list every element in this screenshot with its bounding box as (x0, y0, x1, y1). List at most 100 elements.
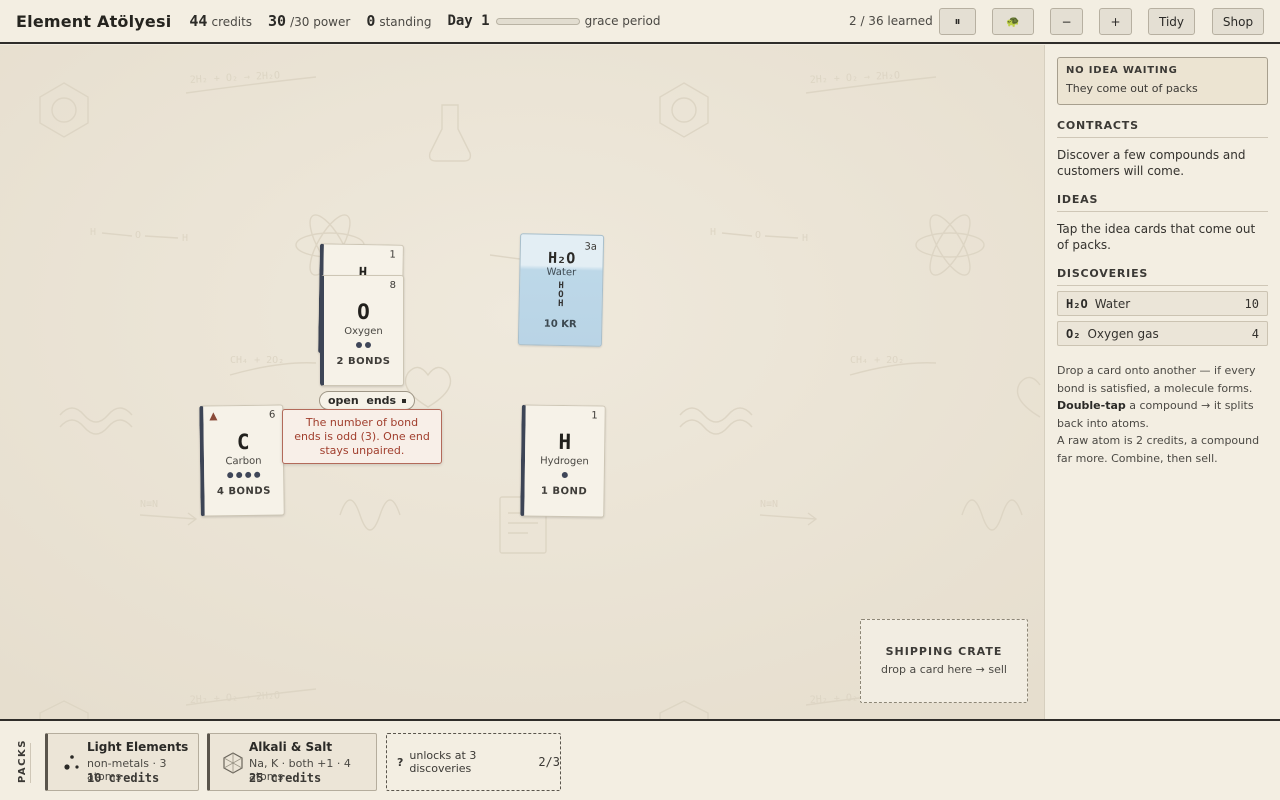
speed-button[interactable]: 🐢 (992, 8, 1034, 35)
bond-count: 2 BONDS (336, 356, 391, 367)
help-bold: Double-tap (1057, 399, 1126, 412)
bond-dot (356, 342, 362, 348)
carbon-card[interactable]: 6 C Carbon 4 BONDS (199, 404, 285, 517)
learned-count: 2 / 36 learned (849, 14, 933, 28)
water-compound-card[interactable]: 3a H₂O Water H O H 10 KR (517, 233, 605, 347)
bond-count: 1 BOND (540, 485, 588, 498)
pack-locked: ? unlocks at 3 discoveries 2/3 (386, 733, 561, 791)
atomic-number: 1 (591, 410, 598, 422)
credits-value: 44 (189, 12, 208, 30)
bond-count: 4 BONDS (216, 485, 271, 498)
ideas-text: Tap the idea cards that come out of pack… (1057, 222, 1256, 252)
bg-atom-label: H (710, 227, 716, 238)
structure-diagram: H O H (520, 281, 603, 310)
discovery-item[interactable]: H₂O Water 10 (1057, 291, 1268, 316)
shipping-crate-subtitle: drop a card here → sell (881, 663, 1007, 676)
discovery-formula: O₂ (1066, 326, 1081, 341)
app-title: Element Atölyesi (16, 11, 172, 31)
bg-equation: CH₄ + 2O₂ (850, 355, 904, 366)
day-indicator: Day 1 grace period (447, 13, 660, 29)
element-name: Oxygen (344, 326, 383, 337)
discovery-formula: H₂O (1066, 296, 1088, 311)
bond-dot (227, 472, 234, 479)
standing-value: 0 (366, 12, 376, 30)
help-paragraph: Drop a card onto another — if every bond… (1057, 364, 1256, 395)
warning-triangle-icon (209, 412, 218, 421)
pack-name: Light Elements (87, 740, 189, 754)
shipping-crate-dropzone[interactable]: SHIPPING CRATE drop a card here → sell (860, 619, 1028, 703)
discovery-name: Oxygen gas (1087, 326, 1159, 341)
compound-name: Water (546, 266, 577, 279)
bg-atom-label: H (90, 227, 96, 238)
credits-label: credits (211, 15, 253, 29)
locked-pack-text: unlocks at 3 discoveries (409, 749, 477, 775)
help-paragraph: Double-tap a compound → it splits back i… (1057, 397, 1268, 432)
day-label: Day 1 (447, 13, 490, 29)
atomic-number: 1 (389, 249, 396, 261)
packs-bar: PACKS Light Elements non-metals · 3 atom… (0, 719, 1280, 800)
discoveries-heading: DISCOVERIES (1057, 267, 1268, 286)
pack-cost: 10 credits (87, 771, 160, 785)
element-symbol: O (357, 300, 370, 324)
shipping-crate-title: SHIPPING CRATE (885, 645, 1003, 658)
dots-cluster-icon (64, 755, 79, 770)
bond-dot (561, 471, 568, 479)
pause-button[interactable]: ⏸ (939, 8, 976, 35)
zoom-in-button[interactable]: + (1099, 8, 1132, 35)
pack-alkali-salt[interactable]: Alkali & Salt Na, K · both +1 · 4 atoms … (207, 733, 377, 791)
bg-atom-label: H (802, 233, 808, 244)
bg-equation: N≡N (140, 499, 158, 510)
top-bar: Element Atölyesi 44 credits 30 /30 power… (0, 0, 1280, 44)
contracts-heading: CONTRACTS (1057, 119, 1268, 138)
card-corner-label: 3a (584, 241, 598, 253)
open-ends-label: open ends (328, 394, 397, 407)
zoom-out-button[interactable]: − (1050, 8, 1083, 35)
power-label: /30 power (290, 15, 351, 29)
question-mark-icon: ? (397, 755, 404, 769)
hydrogen-card[interactable]: 1 H Hydrogen 1 BOND (520, 404, 606, 518)
shop-button[interactable]: Shop (1212, 8, 1264, 35)
tidy-button[interactable]: Tidy (1148, 8, 1195, 35)
idea-status-title: NO IDEA WAITING (1066, 65, 1178, 76)
packs-label: PACKS (17, 739, 31, 783)
bond-dots (204, 471, 283, 480)
element-symbol: H (358, 264, 368, 276)
bg-atom-label: H (182, 233, 188, 244)
bond-dot (365, 342, 371, 348)
discovery-value: 10 (1244, 296, 1259, 311)
day-status: grace period (584, 14, 661, 28)
help-text: Drop a card onto another — if every bond… (1057, 362, 1268, 467)
oxygen-card[interactable]: 8 O Oxygen 2 BONDS (320, 275, 404, 386)
bond-dot (245, 471, 252, 478)
element-symbol: H (558, 429, 572, 455)
idea-status-box: NO IDEA WAITING They come out of packs (1057, 57, 1268, 105)
contracts-text: Discover a few compounds and customers w… (1057, 148, 1246, 178)
pack-name: Alkali & Salt (249, 740, 333, 754)
bg-equation: N≡N (760, 499, 778, 510)
ideas-heading: IDEAS (1057, 193, 1268, 212)
pause-icon: ⏸ (954, 14, 961, 28)
credits-stat: 44 credits (189, 12, 252, 30)
element-name: Hydrogen (540, 455, 589, 468)
sidebar: NO IDEA WAITING They come out of packs C… (1045, 45, 1280, 720)
open-end-marker-icon (402, 398, 407, 403)
open-ends-badge[interactable]: open ends (319, 391, 416, 410)
power-stat: 30 /30 power (268, 12, 350, 30)
crystal-hexagon-icon (223, 752, 243, 774)
pack-cost: 25 credits (249, 771, 322, 785)
bond-warning-tooltip: The number of bond ends is odd (3). One … (282, 409, 442, 464)
discoveries-list: H₂O Water 10 O₂ Oxygen gas 4 (1057, 291, 1268, 346)
bg-atom-label: O (755, 230, 761, 241)
workbench-board[interactable]: 2H₂ + O₂ → 2H₂O 2H₂ + O₂ → 2H₂O CH₄ + 2O… (0, 45, 1045, 720)
bond-dot (254, 471, 261, 478)
pack-light-elements[interactable]: Light Elements non-metals · 3 atoms 10 c… (45, 733, 199, 791)
idea-status-subtitle: They come out of packs (1066, 82, 1198, 95)
bg-atom-label: O (135, 230, 141, 241)
turtle-icon: 🐢 (1006, 15, 1020, 28)
atomic-number: 8 (389, 280, 396, 291)
discovery-name: Water (1094, 296, 1131, 311)
help-paragraph: A raw atom is 2 credits, a compound far … (1057, 434, 1260, 465)
element-symbol: C (236, 429, 250, 455)
element-name: Carbon (225, 455, 262, 468)
discovery-item[interactable]: O₂ Oxygen gas 4 (1057, 321, 1268, 346)
